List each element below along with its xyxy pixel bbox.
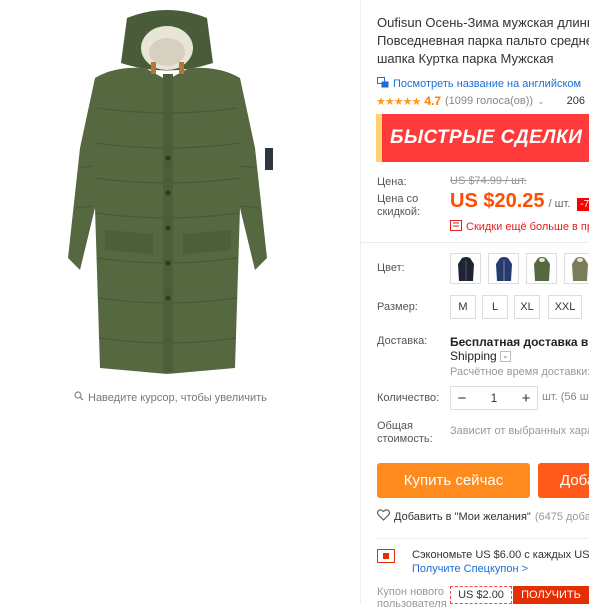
translate-link[interactable]: Посмотреть название на английском bbox=[377, 77, 581, 91]
product-image[interactable] bbox=[55, 8, 280, 378]
old-price: US $74.99 / шт. bbox=[450, 175, 527, 187]
new-user-coupon-label-1: Купон нового bbox=[377, 586, 445, 598]
quantity-label: Количество: bbox=[377, 392, 440, 404]
zoom-hint-text: Наведите курсор, чтобы увеличить bbox=[88, 391, 267, 404]
color-swatch-navy[interactable] bbox=[450, 253, 481, 284]
size-option-xxl[interactable]: XXL bbox=[548, 295, 582, 319]
discount-price-label-1: Цена со bbox=[377, 193, 419, 205]
discount-price-label-2: скидкой: bbox=[377, 206, 421, 218]
shipping-method[interactable]: Shipping ⌄ bbox=[450, 349, 511, 363]
coupon-note[interactable]: Скидки ещё больше в пр bbox=[450, 220, 589, 234]
quantity-increase-button[interactable]: + bbox=[515, 387, 537, 409]
new-user-coupon-label-2: пользователя bbox=[377, 598, 447, 610]
title-line-1: Oufisun Осень-Зима мужская длинн bbox=[377, 15, 589, 30]
rating-value: 4.7 bbox=[424, 94, 441, 108]
column-divider bbox=[360, 0, 361, 604]
color-swatch-blue[interactable] bbox=[488, 253, 519, 284]
rating-stars: ★★★★★ bbox=[376, 95, 421, 108]
promo-save-text: Сэкономьте US $6.00 с каждых US $6 bbox=[412, 549, 589, 561]
total-value: Зависит от выбранных хара bbox=[450, 425, 589, 437]
coupon-note-text[interactable]: Скидки ещё больше в пр bbox=[466, 221, 589, 233]
title-line-3: шапка Куртка парка Мужская bbox=[377, 51, 554, 66]
heart-icon bbox=[376, 509, 391, 524]
wishlist-text[interactable]: Добавить в "Мои желания" bbox=[394, 511, 531, 523]
wishlist-link[interactable]: Добавить в "Мои желания" (6475 добав bbox=[376, 509, 589, 524]
quantity-input[interactable]: 1 bbox=[473, 387, 515, 409]
zoom-hint: Наведите курсор, чтобы увеличить bbox=[74, 391, 267, 404]
price-unit: / шт. bbox=[548, 198, 571, 210]
discount-price-label: Цена со скидкой: bbox=[377, 193, 420, 219]
quantity-available: шт. (56 ш bbox=[542, 391, 589, 403]
translate-link-text[interactable]: Посмотреть название на английском bbox=[393, 78, 581, 90]
shipping-title: Бесплатная доставка в Rus bbox=[450, 335, 589, 349]
buy-now-button[interactable]: Купить сейчас bbox=[377, 463, 530, 498]
color-swatch-green[interactable] bbox=[526, 253, 557, 284]
product-title: Oufisun Осень-Зима мужская длинн Повседн… bbox=[377, 14, 589, 68]
title-line-2: Повседневная парка пальто средне bbox=[377, 33, 589, 48]
shipping-time: Расчётное время доставки: bbox=[450, 366, 589, 378]
add-to-cart-button[interactable]: Доба bbox=[538, 463, 589, 498]
magnifier-icon bbox=[74, 391, 84, 404]
quantity-decrease-button[interactable]: − bbox=[451, 387, 473, 409]
price-label: Цена: bbox=[377, 176, 407, 188]
product-gallery: Наведите курсор, чтобы увеличить bbox=[0, 0, 360, 604]
shipping-label: Доставка: bbox=[377, 335, 428, 347]
shipping-method-text[interactable]: Shipping bbox=[450, 349, 497, 363]
wishlist-count: (6475 добав bbox=[534, 510, 589, 523]
new-user-coupon-label: Купон нового пользователя bbox=[377, 586, 447, 610]
get-special-coupon-link[interactable]: Получите Спецкупон > bbox=[412, 563, 528, 575]
gift-icon bbox=[377, 549, 395, 566]
section-divider bbox=[361, 242, 589, 243]
current-price: US $20.25 / шт. -73 bbox=[450, 190, 589, 213]
size-option-m[interactable]: M bbox=[450, 295, 476, 319]
chevron-down-icon[interactable]: ⌄ bbox=[537, 96, 545, 107]
get-coupon-button[interactable]: ПОЛУЧИТЬ bbox=[513, 586, 589, 604]
coupon-icon bbox=[450, 220, 462, 234]
rating-row: ★★★★★ 4.7 (1099 голоса(ов)) ⌄ 206 bbox=[376, 94, 585, 108]
size-label: Размер: bbox=[377, 301, 418, 313]
chevron-down-icon[interactable]: ⌄ bbox=[499, 350, 511, 362]
size-option-xl[interactable]: XL bbox=[514, 295, 540, 319]
promo-divider bbox=[377, 538, 589, 539]
flash-deals-banner: БЫСТРЫЕ СДЕЛКИ bbox=[376, 114, 589, 162]
size-option-l[interactable]: L bbox=[482, 295, 508, 319]
total-label-2: стоимость: bbox=[377, 433, 433, 445]
coupon-value: US $2.00 bbox=[450, 586, 512, 604]
banner-text: БЫСТРЫЕ СДЕЛКИ bbox=[390, 127, 583, 148]
total-label-1: Общая bbox=[377, 420, 413, 432]
rating-votes[interactable]: (1099 голоса(ов)) bbox=[445, 95, 533, 107]
color-label: Цвет: bbox=[377, 262, 405, 274]
current-price-value: US $20.25 bbox=[450, 190, 545, 212]
translate-icon bbox=[377, 77, 389, 91]
orders-count: 206 bbox=[566, 95, 585, 107]
quantity-stepper: − 1 + bbox=[450, 386, 538, 410]
discount-badge: -73 bbox=[577, 198, 589, 211]
total-label: Общая стоимость: bbox=[377, 420, 433, 446]
banner-accent bbox=[376, 114, 382, 162]
color-swatch-khaki[interactable] bbox=[564, 253, 589, 284]
